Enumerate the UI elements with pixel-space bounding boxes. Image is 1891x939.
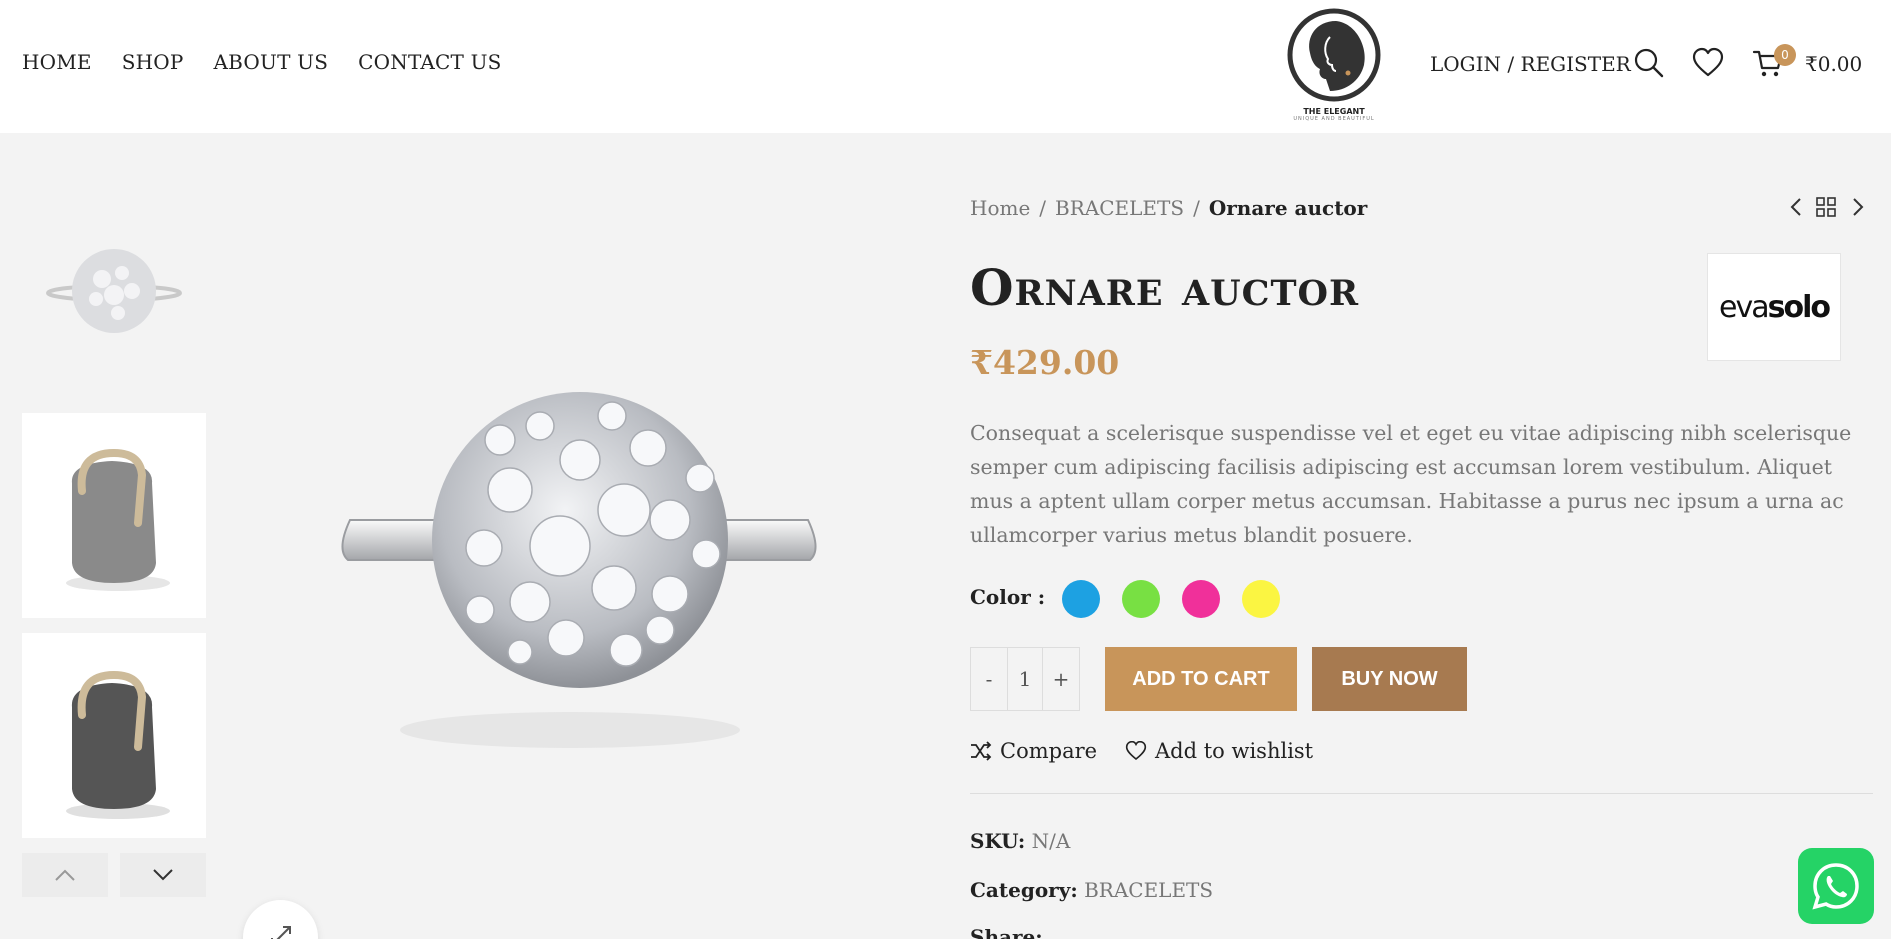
nav-home[interactable]: HOME	[22, 50, 92, 74]
quantity-increase-button[interactable]: +	[1043, 648, 1079, 710]
main-product-image[interactable]	[230, 190, 950, 890]
shuffle-icon	[971, 741, 992, 761]
logo-brand-text: THE ELEGANT	[1303, 107, 1365, 116]
breadcrumb-home[interactable]: Home	[970, 196, 1030, 220]
divider	[970, 793, 1873, 794]
cart-count-badge: 0	[1774, 44, 1796, 66]
chevron-left-icon	[1790, 198, 1801, 216]
breadcrumb: Home / BRACELETS / Ornare auctor	[970, 196, 1367, 220]
category-row: Category: BRACELETS	[970, 878, 1213, 902]
product-price: ₹429.00	[970, 343, 1120, 382]
logo-tagline: UNIQUE AND BEAUTIFUL	[1293, 116, 1375, 122]
add-to-wishlist-link[interactable]: Add to wishlist	[1125, 739, 1313, 763]
thumbnail-speaker-dark[interactable]	[22, 633, 206, 838]
nav-shop[interactable]: SHOP	[122, 50, 184, 74]
buy-now-button[interactable]: BUY NOW	[1312, 647, 1467, 711]
search-icon[interactable]	[1633, 47, 1665, 83]
whatsapp-button[interactable]	[1798, 848, 1874, 924]
category-link[interactable]: BRACELETS	[1084, 878, 1213, 902]
compare-label: Compare	[1000, 739, 1098, 763]
quantity-decrease-button[interactable]: -	[971, 648, 1007, 710]
thumbnail-ring[interactable]	[22, 187, 206, 392]
expand-icon	[270, 926, 291, 939]
chevron-right-icon	[1853, 198, 1864, 216]
thumbnail-next-button[interactable]	[120, 853, 206, 897]
color-label: Color :	[970, 585, 1046, 609]
brand-name-bold: solo	[1767, 289, 1831, 325]
quantity-input[interactable]: 1	[1007, 648, 1043, 710]
whatsapp-icon	[1812, 863, 1859, 910]
product-title: Ornare auctor	[970, 258, 1360, 317]
quantity-stepper: - 1 +	[970, 647, 1080, 711]
color-swatch-yellow[interactable]	[1242, 580, 1280, 618]
login-register-link[interactable]: LOGIN / REGISTER	[1430, 52, 1631, 76]
sku-label: SKU:	[970, 829, 1026, 853]
thumbnail-speaker-light[interactable]	[22, 413, 206, 618]
wishlist-label: Add to wishlist	[1155, 739, 1314, 763]
share-label: Share:	[970, 925, 1043, 939]
heart-icon[interactable]	[1692, 47, 1724, 83]
heart-icon	[1125, 741, 1147, 761]
nav-about-us[interactable]: ABOUT US	[214, 50, 329, 74]
site-header: HOME SHOP ABOUT US CONTACT US THE ELEGAN…	[0, 0, 1891, 133]
color-swatch-green[interactable]	[1122, 580, 1160, 618]
logo-emblem	[1287, 8, 1381, 102]
zoom-button[interactable]	[243, 900, 318, 939]
sku-row: SKU: N/A	[970, 829, 1070, 853]
breadcrumb-current: Ornare auctor	[1208, 196, 1368, 220]
breadcrumb-separator: /	[1039, 196, 1047, 220]
product-description: Consequat a scelerisque suspendisse vel …	[970, 421, 1852, 547]
previous-product-button[interactable]	[1788, 197, 1804, 221]
add-to-cart-button[interactable]: ADD TO CART	[1105, 647, 1297, 711]
next-product-button[interactable]	[1850, 197, 1866, 221]
site-logo[interactable]: THE ELEGANT UNIQUE AND BEAUTIFUL	[1286, 7, 1382, 125]
sku-value: N/A	[1031, 829, 1071, 853]
chevron-down-icon	[153, 869, 173, 881]
breadcrumb-separator: /	[1193, 196, 1200, 220]
category-label: Category:	[970, 878, 1078, 902]
cart-total[interactable]: ₹0.00	[1805, 52, 1862, 76]
color-label-text: Color	[970, 585, 1031, 609]
chevron-up-icon	[55, 869, 75, 881]
thumbnail-prev-button[interactable]	[22, 853, 108, 897]
brand-name-light: eva	[1719, 289, 1770, 325]
back-to-products-button[interactable]	[1816, 197, 1836, 221]
brand-logo[interactable]: evasolo	[1707, 253, 1841, 361]
main-nav: HOME SHOP ABOUT US CONTACT US	[22, 50, 532, 74]
color-swatch-blue[interactable]	[1062, 580, 1100, 618]
grid-icon	[1816, 197, 1836, 217]
breadcrumb-category[interactable]: BRACELETS	[1055, 196, 1184, 220]
nav-contact-us[interactable]: CONTACT US	[358, 50, 501, 74]
color-swatch-pink[interactable]	[1182, 580, 1220, 618]
compare-link[interactable]: Compare	[970, 739, 1097, 763]
share-row: Share:	[970, 925, 1043, 939]
